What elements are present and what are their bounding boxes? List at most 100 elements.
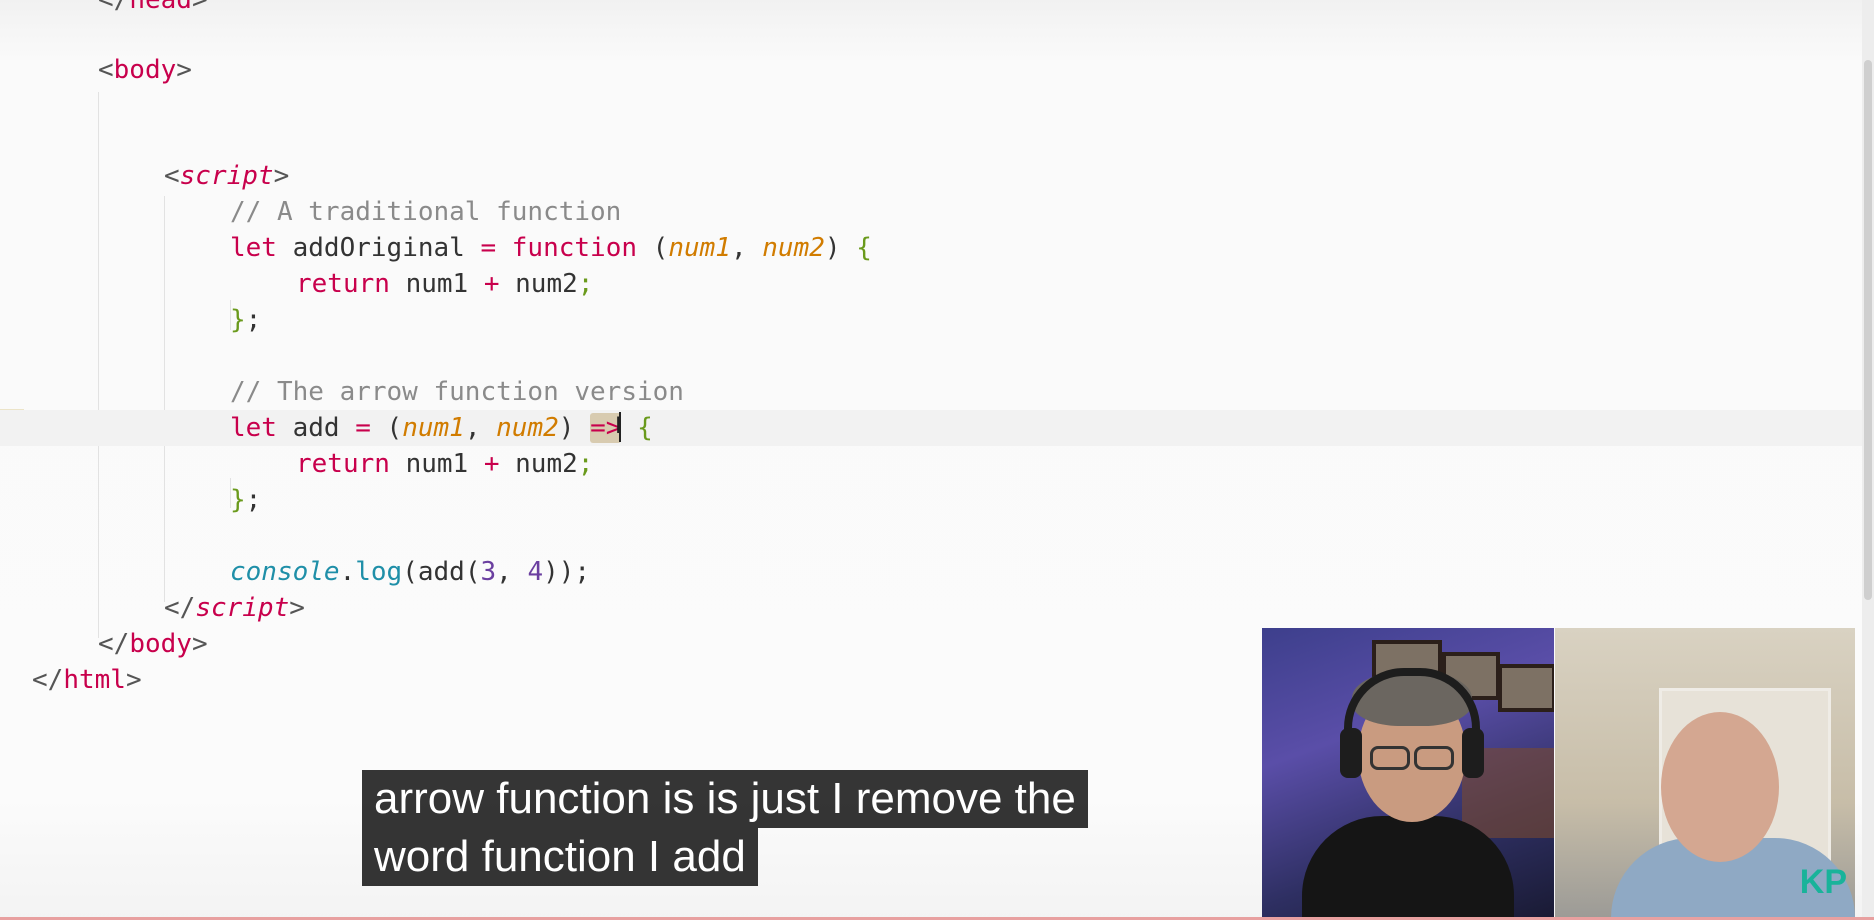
ibeam-pointer-icon: I <box>615 414 622 439</box>
code-token: { <box>856 233 872 263</box>
person-body <box>1302 816 1514 920</box>
code-token: = <box>355 413 371 443</box>
video-caption: arrow function is is just I remove the w… <box>362 770 1088 886</box>
code-text: return num1 + num2; <box>296 266 593 302</box>
code-token: ; <box>245 485 262 515</box>
code-token: > <box>125 665 142 695</box>
code-line-blank-1[interactable] <box>0 122 1868 158</box>
code-token: = <box>480 233 497 263</box>
code-token: console <box>230 557 340 587</box>
code-token: (add( <box>402 557 481 587</box>
code-token: ) <box>824 233 857 263</box>
code-token: < <box>164 161 180 191</box>
code-token: return <box>296 269 390 299</box>
glasses <box>1414 746 1454 770</box>
code-token: > <box>191 629 208 659</box>
code-token: num2 <box>499 449 578 479</box>
code-token: // A traditional function <box>230 197 622 227</box>
code-text: return num1 + num2; <box>296 446 593 482</box>
code-line-return-2[interactable]: return num1 + num2; <box>0 446 1868 482</box>
code-text: </script> <box>164 590 305 626</box>
code-token: body <box>113 55 177 85</box>
caption-line-2: word function I add <box>362 828 758 886</box>
host-webcam <box>1262 628 1554 920</box>
code-token: num2 <box>499 269 578 299</box>
code-token: num1 <box>402 413 465 443</box>
code-token: num2 <box>762 233 825 263</box>
code-token: ; <box>245 305 262 335</box>
code-token: function <box>511 233 638 263</box>
scrollbar-thumb[interactable] <box>1864 60 1872 600</box>
code-token: , <box>496 557 528 587</box>
code-line-head-close[interactable]: </head> <box>0 0 1868 18</box>
vertical-scrollbar[interactable] <box>1862 0 1874 920</box>
code-line-let-add[interactable]: let add = (num1, num2) => { <box>0 410 1868 446</box>
code-line-return-1[interactable]: return num1 + num2; <box>0 266 1868 302</box>
code-token: + <box>483 269 500 299</box>
code-text: // The arrow function version <box>230 374 684 410</box>
code-token: 4 <box>527 557 544 587</box>
code-token: body <box>129 629 192 659</box>
code-token: num2 <box>496 413 559 443</box>
code-line-body-open[interactable]: <body> <box>0 52 1868 88</box>
headphone-cup <box>1462 728 1484 778</box>
code-token: let <box>230 413 277 443</box>
code-token: script <box>179 161 274 191</box>
code-token: let <box>230 233 277 263</box>
code-token: , <box>464 413 497 443</box>
code-text: let addOriginal = function (num1, num2) … <box>230 230 872 266</box>
code-token: num1 <box>389 449 484 479</box>
code-line-blank-3[interactable] <box>0 518 1868 554</box>
code-text: }; <box>230 482 261 518</box>
code-token: , <box>730 233 763 263</box>
guest-webcam: KP <box>1555 628 1855 920</box>
code-token: ( <box>637 233 669 263</box>
person-head <box>1661 712 1779 862</box>
code-token: > <box>289 593 305 623</box>
headphone-cup <box>1340 728 1362 778</box>
code-line-script-close[interactable]: </script> <box>0 590 1868 626</box>
code-token: > <box>176 55 192 85</box>
code-token: </ <box>98 629 130 659</box>
code-text: let add = (num1, num2) => { <box>230 410 653 446</box>
code-token: > <box>273 161 290 191</box>
code-line-comment-arrow[interactable]: // The arrow function version <box>0 374 1868 410</box>
code-token: < <box>98 55 114 85</box>
code-token: > <box>191 0 208 15</box>
code-token: addOriginal <box>276 233 481 263</box>
code-token: ; <box>577 449 594 479</box>
code-token: return <box>296 449 390 479</box>
code-text: </body> <box>98 626 208 662</box>
code-token: { <box>637 413 653 443</box>
code-token: </ <box>164 593 196 623</box>
code-token: ) <box>558 413 591 443</box>
code-line-let-addoriginal[interactable]: let addOriginal = function (num1, num2) … <box>0 230 1868 266</box>
code-line-script-open[interactable]: <script> <box>0 158 1868 194</box>
code-token: script <box>195 593 290 623</box>
webcam-overlay: KP <box>1262 628 1855 920</box>
code-text: console.log(add(3, 4)); <box>230 554 590 590</box>
code-text: </head> <box>98 0 208 18</box>
code-line-blank-2[interactable] <box>0 338 1868 374</box>
wall-frame <box>1498 664 1554 712</box>
code-token: log <box>355 557 403 587</box>
glasses <box>1370 746 1410 770</box>
code-token: // The arrow function version <box>230 377 684 407</box>
code-token: num1 <box>668 233 731 263</box>
code-text: // A traditional function <box>230 194 621 230</box>
code-token: </ <box>98 0 130 15</box>
code-token: } <box>230 485 246 515</box>
code-token: num1 <box>389 269 484 299</box>
code-line-close-2[interactable]: }; <box>0 482 1868 518</box>
code-text: </html> <box>32 662 142 698</box>
code-line-comment-traditional[interactable]: // A traditional function <box>0 194 1868 230</box>
code-token: + <box>483 449 500 479</box>
code-line-console-log[interactable]: console.log(add(3, 4)); <box>0 554 1868 590</box>
code-token: 3 <box>480 557 497 587</box>
code-token: add <box>276 413 356 443</box>
code-line-close-1[interactable]: }; <box>0 302 1868 338</box>
code-token: ( <box>370 413 403 443</box>
code-token: . <box>339 557 356 587</box>
